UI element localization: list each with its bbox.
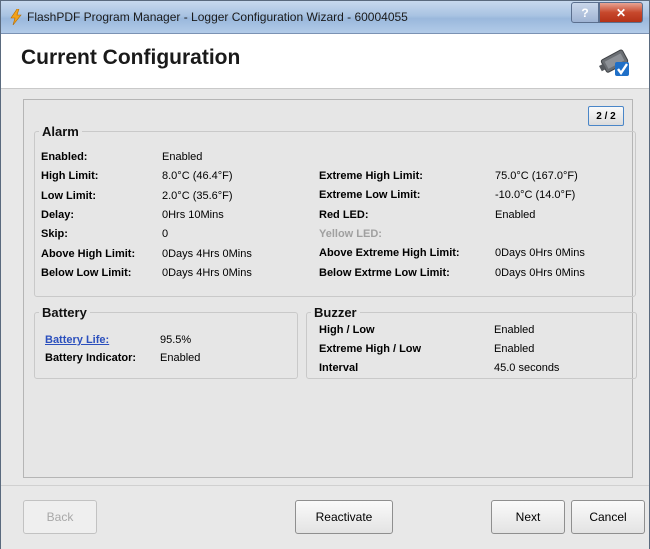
field-value: Enabled <box>494 324 535 336</box>
help-button[interactable]: ? <box>571 2 599 23</box>
wizard-window: FlashPDF Program Manager - Logger Config… <box>0 0 650 549</box>
battery-life-value: 95.5% <box>160 334 192 346</box>
field-label: Extreme High Limit: <box>319 170 423 182</box>
reactivate-button[interactable]: Reactivate <box>295 500 393 534</box>
field-label: Delay: <box>41 208 75 221</box>
battery-group: Battery Battery Life: 95.5% Battery Indi… <box>34 305 298 379</box>
wizard-header: Current Configuration <box>1 34 649 89</box>
field-label: Enabled: <box>41 151 88 163</box>
battery-life-link[interactable]: Battery Life: <box>45 334 109 346</box>
field-value: 0Days 4Hrs 0Mins <box>162 247 252 260</box>
title-bar: FlashPDF Program Manager - Logger Config… <box>1 1 649 34</box>
battery-indicator-value: Enabled <box>160 352 201 364</box>
field-label: High Limit: <box>41 170 99 183</box>
cancel-button[interactable]: Cancel <box>571 500 645 534</box>
field-label: Interval <box>319 362 359 374</box>
next-button[interactable]: Next <box>491 500 565 534</box>
battery-legend: Battery <box>42 305 87 320</box>
field-label: Skip: <box>41 228 68 241</box>
buzzer-legend: Buzzer <box>314 305 357 320</box>
field-label: Below Low Limit: <box>41 266 132 279</box>
field-value: Enabled <box>162 151 203 163</box>
field-label: High / Low <box>319 324 375 336</box>
field-value: 75.0°C (167.0°F) <box>495 170 578 182</box>
field-label: Below Extrme Low Limit: <box>319 266 450 279</box>
logger-check-icon <box>598 49 629 76</box>
field-label: Low Limit: <box>41 189 96 202</box>
field-value: Enabled <box>494 343 535 355</box>
close-button[interactable]: ✕ <box>599 2 643 23</box>
field-value: 0Days 0Hrs 0Mins <box>495 247 585 260</box>
back-button[interactable]: Back <box>23 500 97 534</box>
field-value: 0Days 4Hrs 0Mins <box>162 266 252 279</box>
field-value: 0Hrs 10Mins <box>162 208 224 221</box>
field-label: Extreme Low Limit: <box>319 189 421 202</box>
alarm-group: Alarm Enabled: Enabled High Limit: 8.0°C (4… <box>34 124 636 297</box>
battery-indicator-label: Battery Indicator: <box>45 352 137 364</box>
field-value: 45.0 seconds <box>494 362 560 374</box>
page-title: Current Configuration <box>21 46 241 69</box>
window-title: FlashPDF Program Manager - Logger Config… <box>27 10 408 24</box>
app-lightning-icon <box>10 9 22 25</box>
buzzer-group: Buzzer High / Low Enabled Extreme High / L… <box>306 305 637 379</box>
page-indicator: 2 / 2 <box>588 106 624 126</box>
field-label: Yellow LED: <box>319 227 382 240</box>
field-label: Above Extreme High Limit: <box>319 247 460 260</box>
alarm-legend: Alarm <box>42 124 79 139</box>
field-value: 0 <box>162 228 169 241</box>
field-value: -10.0°C (14.0°F) <box>495 189 576 202</box>
field-label: Extreme High / Low <box>319 343 422 355</box>
field-label: Red LED: <box>319 208 369 221</box>
field-value: 0Days 0Hrs 0Mins <box>495 266 585 279</box>
field-label: Above High Limit: <box>41 247 136 260</box>
field-value: 2.0°C (35.6°F) <box>162 189 233 202</box>
field-value: 8.0°C (46.4°F) <box>162 170 233 183</box>
wizard-footer: Back Reactivate Next Cancel <box>1 485 649 549</box>
field-value: Enabled <box>495 208 536 221</box>
configuration-panel: 2 / 2 Alarm Enabled: Enabled High Limit: 8.… <box>23 99 637 478</box>
